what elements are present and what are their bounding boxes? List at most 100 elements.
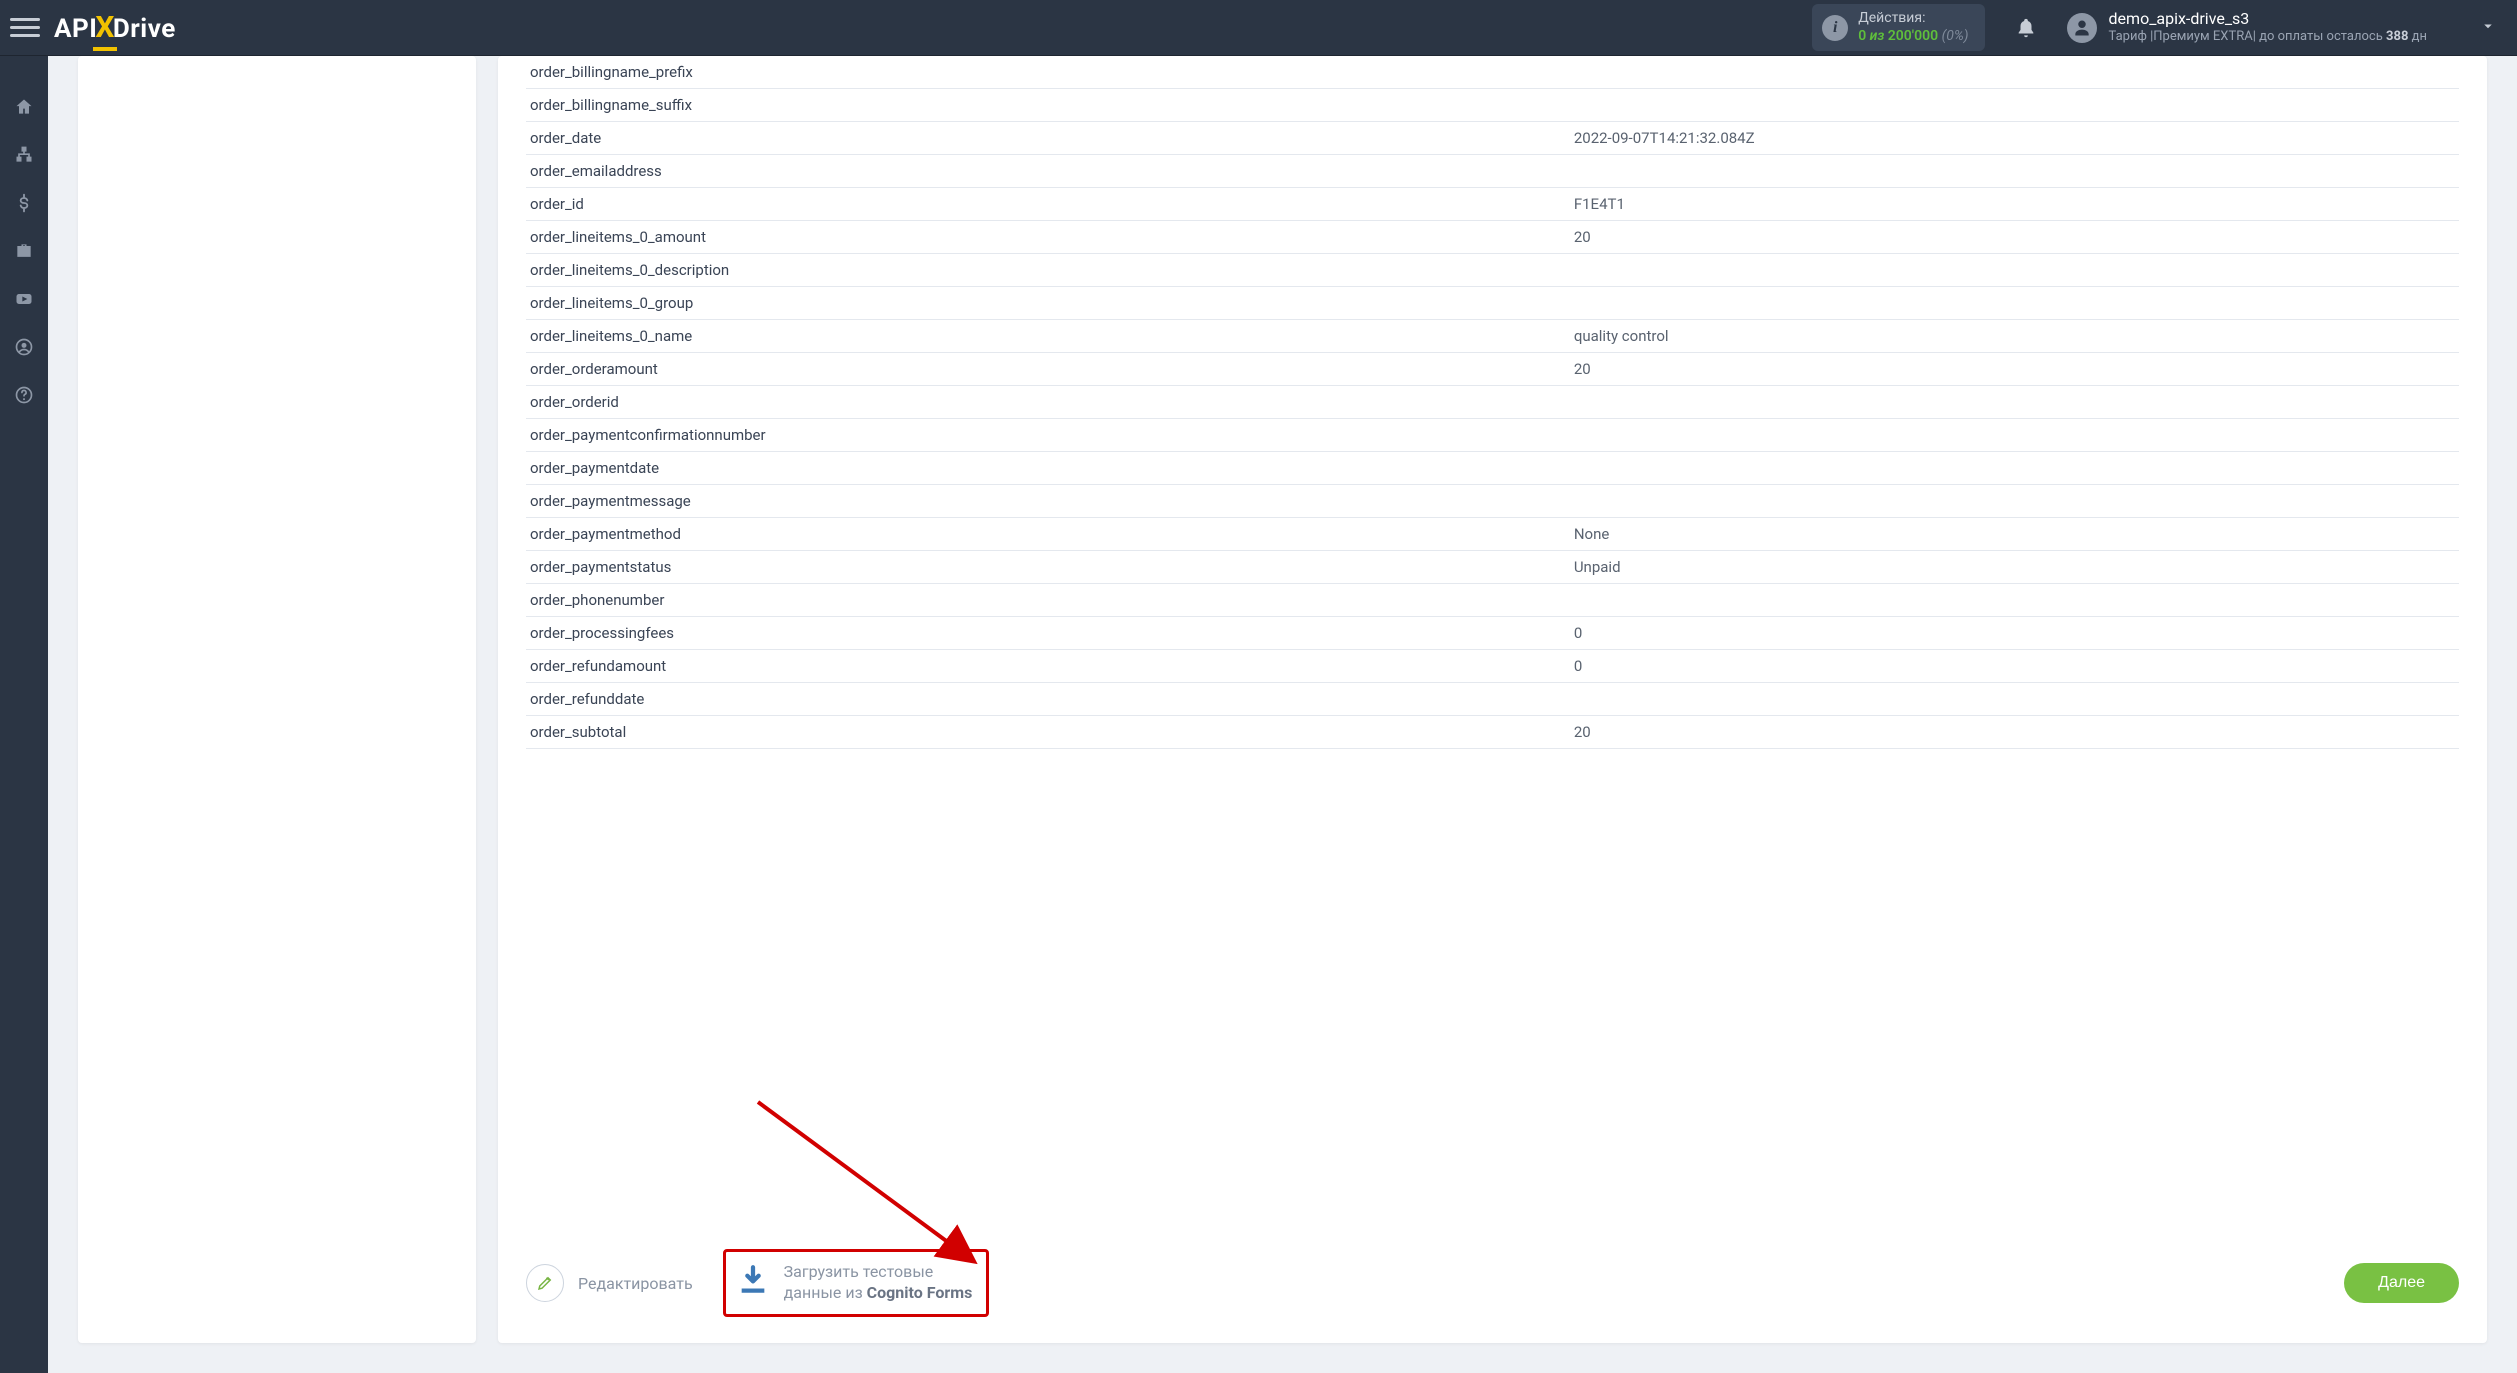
field-value: 20 [1570,716,2459,749]
field-key: order_paymentstatus [526,551,1570,584]
field-value: F1E4T1 [1570,188,2459,221]
field-value: quality control [1570,320,2459,353]
user-menu[interactable]: demo_apix-drive_s3 Тариф |Премиум EXTRA|… [2067,9,2497,47]
table-row: order_paymentconfirmationnumber [526,419,2459,452]
table-row: order_lineitems_0_namequality control [526,320,2459,353]
load-test-data-button[interactable]: Загрузить тестовые данные из Cognito For… [726,1252,987,1314]
field-key: order_orderid [526,386,1570,419]
briefcase-icon [14,241,34,261]
field-value [1570,89,2459,122]
field-key: order_refundamount [526,650,1570,683]
field-key: order_paymentmethod [526,518,1570,551]
edit-label: Редактировать [578,1274,693,1293]
table-row: order_lineitems_0_description [526,254,2459,287]
menu-toggle-button[interactable] [10,13,40,43]
notifications-button[interactable] [2015,17,2037,39]
bell-icon [2015,17,2037,39]
field-value: 0 [1570,617,2459,650]
table-row: order_orderamount20 [526,353,2459,386]
question-icon [14,385,34,405]
user-plan: Тариф |Премиум EXTRA| до оплаты осталось… [2109,29,2427,46]
field-key: order_paymentconfirmationnumber [526,419,1570,452]
edit-button[interactable]: Редактировать [526,1264,693,1302]
logo-part-x: X [95,10,115,45]
load-line1: Загрузить тестовые [784,1262,973,1283]
download-icon [736,1263,770,1303]
sidebar-account[interactable] [0,326,48,368]
sidebar-help[interactable] [0,374,48,416]
load-line2: данные из Cognito Forms [784,1283,973,1304]
right-panel: order_billingname_prefixorder_billingnam… [498,56,2487,1343]
field-key: order_lineitems_0_name [526,320,1570,353]
field-value: None [1570,518,2459,551]
table-row: order_emailaddress [526,155,2459,188]
home-icon [14,97,34,117]
fields-table: order_billingname_prefixorder_billingnam… [526,56,2459,749]
field-value [1570,287,2459,320]
field-key: order_processingfees [526,617,1570,650]
field-key: order_paymentmessage [526,485,1570,518]
field-value: 2022-09-07T14:21:32.084Z [1570,122,2459,155]
field-key: order_phonenumber [526,584,1570,617]
table-row: order_billingname_suffix [526,89,2459,122]
field-key: order_lineitems_0_amount [526,221,1570,254]
field-key: order_paymentdate [526,452,1570,485]
field-value [1570,56,2459,89]
field-key: order_orderamount [526,353,1570,386]
table-row: order_processingfees0 [526,617,2459,650]
actions-numbers: 0 из 200'000 (0%) [1858,28,1968,46]
logo-part-api: API [54,14,97,44]
field-value [1570,584,2459,617]
field-value [1570,155,2459,188]
field-key: order_lineitems_0_group [526,287,1570,320]
avatar-icon [2067,13,2097,43]
left-sidebar [0,56,48,1373]
table-row: order_phonenumber [526,584,2459,617]
field-value [1570,485,2459,518]
field-value: 0 [1570,650,2459,683]
logo-part-drive: Drive [113,14,176,44]
field-key: order_refunddate [526,683,1570,716]
table-row: order_billingname_prefix [526,56,2459,89]
field-key: order_billingname_suffix [526,89,1570,122]
field-value [1570,254,2459,287]
table-row: order_subtotal20 [526,716,2459,749]
pencil-icon [526,1264,564,1302]
chevron-down-icon [2479,17,2497,39]
field-value: 20 [1570,353,2459,386]
table-row: order_paymentdate [526,452,2459,485]
field-key: order_subtotal [526,716,1570,749]
table-row: order_refundamount0 [526,650,2459,683]
table-row: order_idF1E4T1 [526,188,2459,221]
field-key: order_emailaddress [526,155,1570,188]
table-row: order_paymentmessage [526,485,2459,518]
logo[interactable]: API X Drive [54,10,176,45]
field-value: Unpaid [1570,551,2459,584]
actions-label: Действия: [1858,10,1968,28]
table-row: order_paymentstatusUnpaid [526,551,2459,584]
field-key: order_billingname_prefix [526,56,1570,89]
next-button[interactable]: Далее [2344,1263,2459,1303]
field-value: 20 [1570,221,2459,254]
sidebar-home[interactable] [0,86,48,128]
dollar-icon [14,193,34,213]
sidebar-video[interactable] [0,278,48,320]
panel-actions: Редактировать Загрузить тестовые данные … [498,1227,2487,1343]
field-value [1570,452,2459,485]
info-icon: i [1822,15,1848,41]
field-value [1570,683,2459,716]
fields-table-scroll[interactable]: order_billingname_prefixorder_billingnam… [498,56,2487,1227]
table-row: order_lineitems_0_amount20 [526,221,2459,254]
left-panel [78,56,476,1343]
table-row: order_orderid [526,386,2459,419]
table-row: order_paymentmethodNone [526,518,2459,551]
actions-counter[interactable]: i Действия: 0 из 200'000 (0%) [1812,4,1984,51]
field-value [1570,419,2459,452]
field-key: order_date [526,122,1570,155]
sidebar-billing[interactable] [0,182,48,224]
sitemap-icon [14,145,34,165]
table-row: order_refunddate [526,683,2459,716]
sidebar-connections[interactable] [0,134,48,176]
table-row: order_lineitems_0_group [526,287,2459,320]
sidebar-toolbox[interactable] [0,230,48,272]
